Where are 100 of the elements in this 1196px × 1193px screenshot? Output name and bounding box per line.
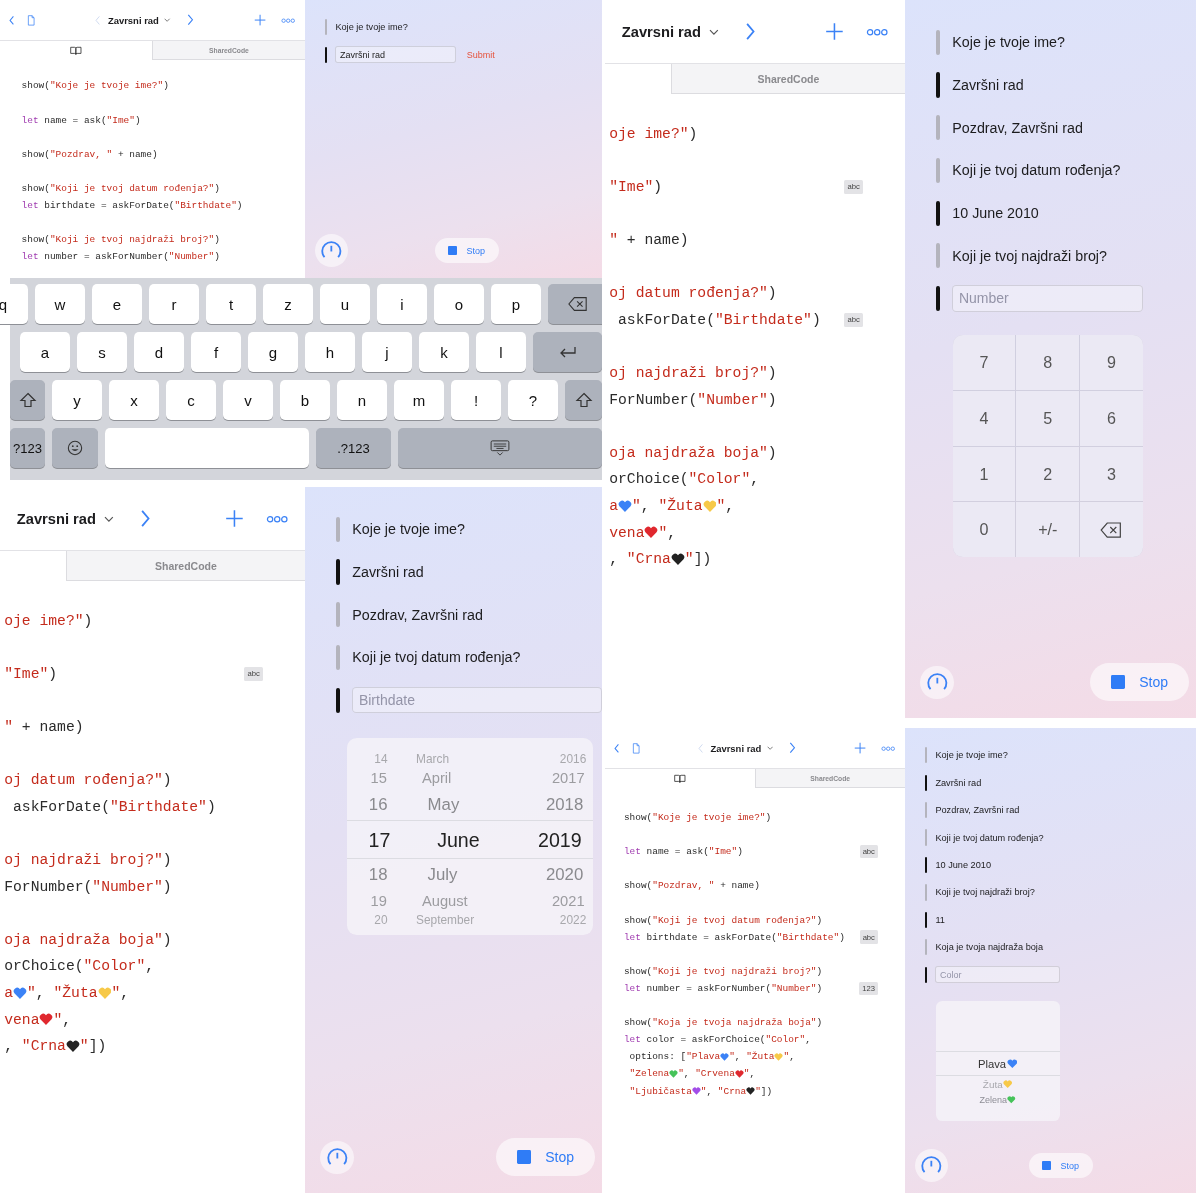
stop-button[interactable]: Stop (435, 238, 499, 263)
message-bar (924, 774, 928, 791)
caret-icon[interactable] (709, 28, 720, 35)
code-text: , (35, 985, 46, 1001)
number-key[interactable]: 7 (952, 335, 1016, 390)
caret-icon[interactable] (766, 746, 773, 751)
chevron-left-icon[interactable] (613, 742, 622, 754)
keyboard-key[interactable]: k (419, 332, 469, 372)
code-text: " (111, 985, 121, 1001)
keyboard-key[interactable]: t (206, 284, 256, 324)
keyboard-key[interactable]: a (20, 332, 70, 372)
project-title[interactable]: Zavrsni rad (710, 742, 762, 754)
keyboard-key[interactable]: g (248, 332, 298, 372)
plus-icon[interactable] (224, 509, 244, 529)
keyboard-key[interactable]: u (320, 284, 370, 324)
project-title[interactable]: Zavrsni rad (16, 510, 96, 527)
code-line: "Ime") (4, 665, 58, 682)
keyboard-key[interactable]: z (263, 284, 313, 324)
keyboard-key[interactable]: y (52, 380, 102, 420)
number-key[interactable]: 2 (1016, 446, 1080, 502)
keyboard-key[interactable]: i (377, 284, 427, 324)
number-key[interactable]: 3 (1080, 446, 1143, 502)
answer-text: 11 (935, 914, 945, 925)
plus-icon[interactable] (824, 22, 844, 42)
more-icon[interactable] (865, 27, 889, 36)
keyboard-key[interactable]: m (394, 380, 444, 420)
year-option[interactable]: 2019 (518, 828, 582, 852)
plus-icon[interactable] (254, 14, 267, 27)
keyboard-key[interactable]: q (0, 284, 28, 324)
more-icon[interactable] (280, 17, 296, 23)
caret-icon[interactable] (104, 515, 115, 522)
keyboard-key[interactable] (548, 284, 602, 324)
code-text: " (700, 1085, 707, 1097)
keyboard-key[interactable]: x (109, 380, 159, 420)
message-text: Koja je tvoja najdraža boja (935, 942, 1043, 953)
keyboard-key[interactable] (52, 428, 98, 468)
speed-button[interactable] (914, 1148, 949, 1183)
project-title[interactable]: Zavrsni rad (107, 14, 159, 26)
number-key[interactable]: +/- (1016, 502, 1080, 558)
color-option[interactable]: Plava (935, 1051, 1060, 1077)
keyboard-key[interactable] (565, 380, 602, 420)
keyboard-key[interactable]: f (191, 332, 241, 372)
number-key[interactable]: 6 (1080, 390, 1143, 446)
stop-button[interactable]: Stop (1090, 663, 1189, 702)
number-key[interactable] (1080, 502, 1143, 558)
answer-text: 10 June 2010 (952, 205, 1039, 222)
month-option[interactable]: June (437, 828, 519, 852)
keyboard-key[interactable]: c (166, 380, 216, 420)
chevron-right-icon[interactable] (787, 741, 798, 755)
number-key[interactable]: 1 (952, 446, 1016, 502)
keyboard-key[interactable]: e (92, 284, 142, 324)
number-key[interactable]: 9 (1080, 335, 1143, 390)
code-text: options: [ (628, 1051, 687, 1063)
keyboard-key[interactable]: ? (508, 380, 558, 420)
message-bar (335, 644, 340, 670)
code-text: " (678, 1068, 684, 1080)
keyboard-key[interactable]: l (476, 332, 526, 372)
keyboard-key[interactable] (533, 332, 602, 372)
stop-button[interactable]: Stop (1029, 1153, 1093, 1178)
keyboard-key[interactable]: s (77, 332, 127, 372)
more-icon[interactable] (265, 514, 289, 523)
message-text: Pozdrav, Završni rad (935, 805, 1020, 816)
message-text: Koje je tvoje ime? (952, 34, 1065, 51)
number-key[interactable]: 4 (952, 390, 1016, 446)
keyboard-key[interactable]: j (362, 332, 412, 372)
speed-button[interactable] (320, 1140, 354, 1174)
message-bar (935, 200, 940, 226)
chevron-left-icon[interactable] (8, 14, 17, 26)
keyboard-key[interactable]: ! (451, 380, 501, 420)
number-key[interactable]: 8 (1016, 335, 1080, 390)
code-line: " + name) (609, 232, 689, 249)
document-icon[interactable] (27, 14, 36, 26)
code-line: show("Koji je tvoj datum rođenja?") (623, 914, 823, 926)
keyboard-key[interactable]: .?123 (316, 428, 391, 468)
keyboard-key[interactable]: n (337, 380, 387, 420)
keyboard-key[interactable]: r (149, 284, 199, 324)
day-option[interactable]: 17 (368, 828, 438, 852)
stop-button[interactable]: Stop (496, 1138, 595, 1177)
speed-button[interactable] (314, 233, 349, 268)
keyboard-key[interactable]: v (223, 380, 273, 420)
keyboard-key[interactable]: b (280, 380, 330, 420)
keyboard-key[interactable] (10, 380, 45, 420)
number-key[interactable]: 5 (1016, 390, 1080, 446)
speed-button[interactable] (920, 665, 954, 699)
code-text: vena (4, 1011, 40, 1028)
keyboard-key[interactable]: o (434, 284, 484, 324)
keyboard-key[interactable]: h (305, 332, 355, 372)
keyboard-key[interactable]: p (491, 284, 541, 324)
document-icon[interactable] (632, 742, 641, 754)
code-text: "Žuta (746, 1051, 775, 1063)
keyboard-key[interactable]: w (35, 284, 85, 324)
keyboard-key[interactable]: d (134, 332, 184, 372)
caret-icon[interactable] (164, 18, 171, 23)
code-text: " (684, 551, 694, 568)
more-icon[interactable] (880, 745, 896, 751)
code-line: let color = askForChoice("Color", (623, 1034, 811, 1046)
keyboard-key[interactable]: ?123 (10, 428, 45, 468)
project-title[interactable]: Zavrsni rad (621, 23, 701, 40)
plus-icon[interactable] (854, 742, 867, 755)
number-key[interactable]: 0 (952, 502, 1016, 558)
